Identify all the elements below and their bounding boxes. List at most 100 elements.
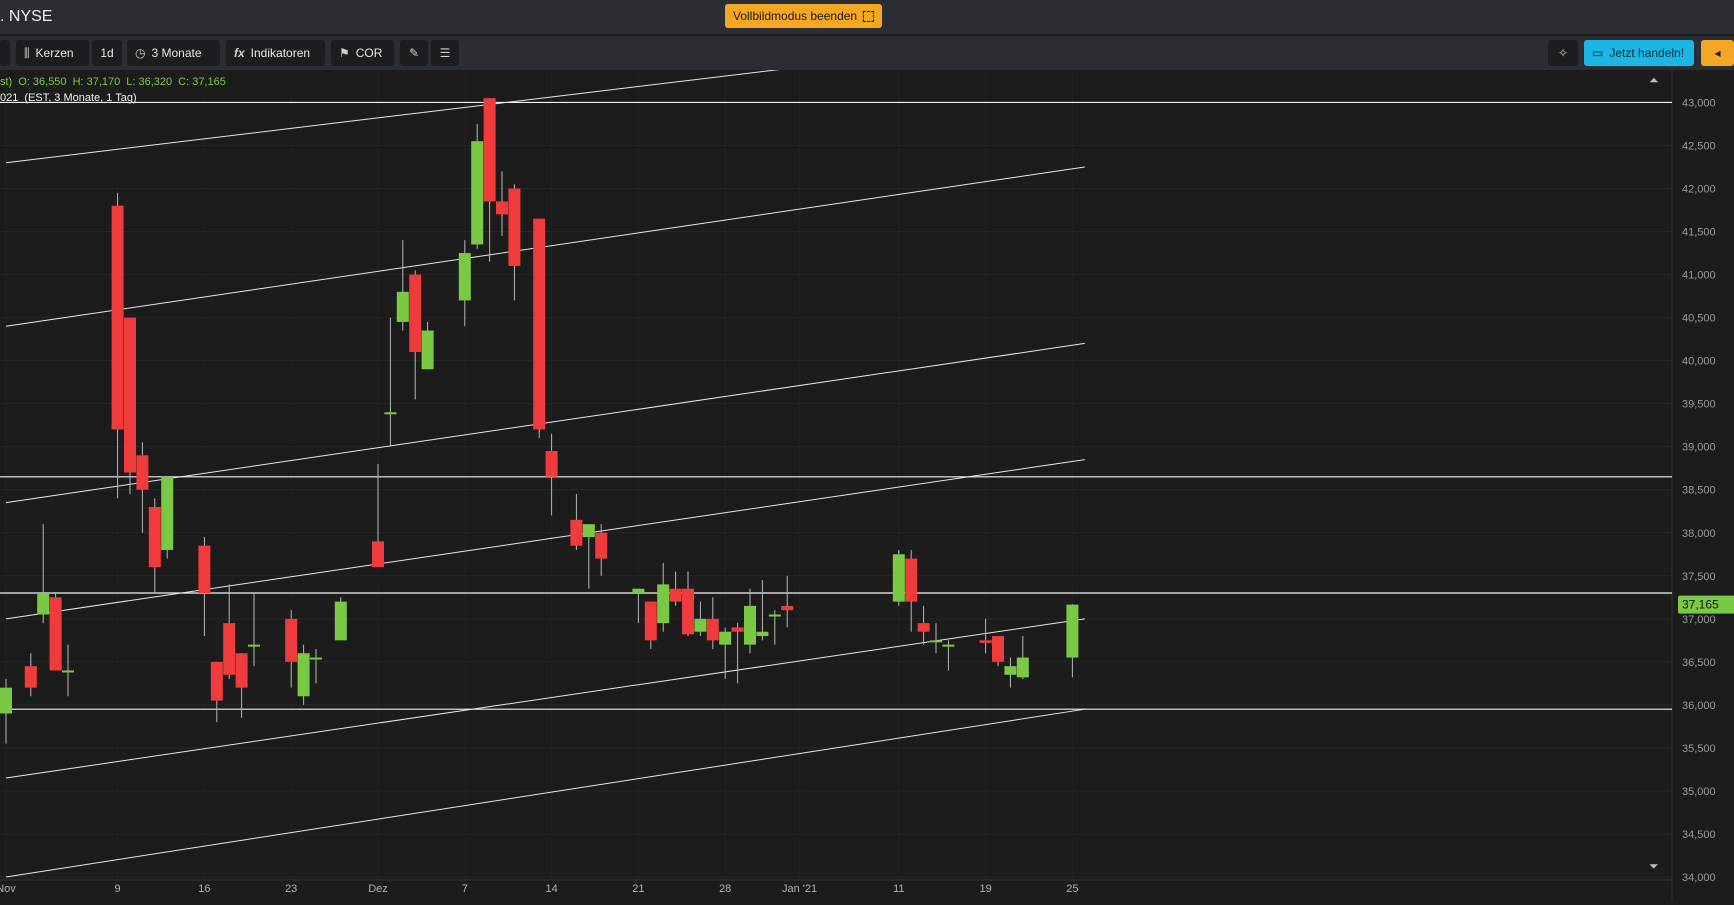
trade-now-label: Jetzt handeln! <box>1609 46 1685 60</box>
candle-down <box>235 653 248 688</box>
chart-toolbar: ⫼ Kerzen 1d ◷ 3 Monate fx Indikatoren ⚑ … <box>0 36 1734 70</box>
instrument-title: . NYSE <box>0 8 53 25</box>
chart-type-label: Kerzen <box>35 46 74 60</box>
trend-line <box>5 166 1085 327</box>
draw-tools-button[interactable]: ✎ <box>400 40 428 66</box>
y-tick-label: 37,500 <box>1682 571 1716 583</box>
y-tick-label: 35,500 <box>1682 743 1716 755</box>
subtitle-prefix: 021 <box>0 92 19 104</box>
candle-down <box>979 640 992 643</box>
chart-subtitle: 021 (EST, 3 Monate, 1 Tag) <box>0 92 143 104</box>
candle-up <box>310 657 322 660</box>
candle-down <box>731 627 744 632</box>
caret-left-icon: ◂ <box>1714 46 1721 60</box>
ohlc-open: O: 36,550 <box>18 76 67 88</box>
range-button[interactable]: ◷ 3 Monate <box>127 40 220 66</box>
candle-up <box>657 584 670 624</box>
ohlc-low: L: 36,320 <box>126 76 173 88</box>
candle-down <box>644 601 657 641</box>
x-tick-label: 25 <box>1066 883 1078 895</box>
last-price-label: 37,165 <box>1682 598 1719 612</box>
sparkle-icon: ✧ <box>1557 46 1569 60</box>
candle-up <box>768 614 781 617</box>
ohlc-readout: st) O: 36,550 H: 37,170 L: 36,320 C: 37,165 <box>0 76 232 88</box>
y-tick-label: 42,500 <box>1682 140 1716 152</box>
candle-down <box>136 455 149 490</box>
candle-up <box>694 618 707 632</box>
candle-up <box>421 330 434 370</box>
scroll-up-icon[interactable]: ⏶ <box>1649 73 1659 88</box>
collapse-panel-button[interactable]: ◂ <box>1701 40 1734 66</box>
fx-icon: fx <box>234 46 245 60</box>
subtitle-text: (EST, 3 Monate, 1 Tag) <box>24 92 137 104</box>
candle-down <box>124 317 136 473</box>
candle-down <box>682 588 694 635</box>
title-bar: . NYSE Vollbildmodus beenden <box>0 0 1734 34</box>
range-label: 3 Monate <box>151 46 202 60</box>
candle-down <box>285 618 298 662</box>
compare-button[interactable]: ⚑ COR <box>331 40 394 66</box>
chart-type-button[interactable]: ⫼ Kerzen <box>16 40 89 66</box>
x-tick-label: 16 <box>198 883 210 895</box>
candle-up <box>334 601 347 641</box>
candle-up <box>942 644 955 647</box>
x-tick-label: Jan '21 <box>782 883 817 895</box>
x-tick-label: Nov <box>0 883 16 895</box>
sliders-icon: ☰ <box>439 46 451 60</box>
y-tick-label: 40,000 <box>1682 356 1716 368</box>
x-tick-label: 28 <box>719 883 731 895</box>
candle-up <box>396 291 409 322</box>
y-tick-label: 40,500 <box>1682 313 1716 325</box>
candle-up <box>384 412 397 415</box>
candle-down <box>210 661 223 701</box>
settings-button[interactable]: ☰ <box>431 40 459 66</box>
compare-label: COR <box>355 46 383 60</box>
candle-up <box>458 253 471 301</box>
y-tick-label: 35,000 <box>1682 786 1716 798</box>
y-tick-label: 34,000 <box>1682 872 1716 884</box>
x-tick-label: 19 <box>979 883 991 895</box>
y-tick-label: 34,500 <box>1682 829 1716 841</box>
trade-now-button[interactable]: ▭ Jetzt handeln! <box>1584 40 1694 66</box>
candle-down <box>223 623 236 675</box>
ohlc-close: C: 37,165 <box>178 76 226 88</box>
candle-down <box>111 205 124 430</box>
candle-down <box>992 636 1004 662</box>
trend-line <box>5 708 1085 878</box>
y-tick-label: 39,500 <box>1682 399 1716 411</box>
trend-line <box>5 618 1085 779</box>
candlestick-chart[interactable]: 34,000 34,500 35,000 35,500 36,000 36,500 37,0… <box>0 70 1734 905</box>
candle-up <box>471 141 484 245</box>
candle-up <box>297 653 310 697</box>
candle-up <box>756 631 769 637</box>
y-tick-label: 38,500 <box>1682 485 1716 497</box>
sparkle-button[interactable]: ✧ <box>1548 40 1578 66</box>
toolbar-menu-button[interactable] <box>0 40 10 66</box>
candle-up <box>62 670 74 673</box>
candle-up <box>0 687 12 714</box>
clock-icon: ◷ <box>135 46 146 60</box>
candle-up <box>930 640 942 643</box>
x-tick-label: 14 <box>545 883 557 895</box>
y-tick-label: 39,000 <box>1682 442 1716 454</box>
scroll-down-icon[interactable]: ⏷ <box>1649 859 1659 874</box>
x-tick-label: Dez <box>368 883 388 895</box>
candle-down <box>669 588 682 602</box>
y-tick-label: 43,000 <box>1682 97 1716 109</box>
candle-down <box>917 623 930 632</box>
candle-down <box>198 545 211 594</box>
candle-up <box>719 631 732 645</box>
y-tick-label: 42,000 <box>1682 184 1716 196</box>
candle-up <box>37 593 50 615</box>
x-tick-label: 23 <box>285 883 297 895</box>
exit-fullscreen-label: Vollbildmodus beenden <box>733 9 858 23</box>
y-tick-label: 41,000 <box>1682 270 1716 282</box>
interval-button[interactable]: 1d <box>92 40 122 66</box>
indicators-button[interactable]: fx Indikatoren <box>226 40 325 66</box>
candle-down <box>905 558 918 602</box>
candle-down <box>496 201 508 215</box>
ohlc-high: H: 37,170 <box>72 76 121 88</box>
candle-up <box>161 476 174 550</box>
exit-fullscreen-button[interactable]: Vollbildmodus beenden <box>725 4 883 28</box>
x-tick-label: 11 <box>893 883 904 895</box>
